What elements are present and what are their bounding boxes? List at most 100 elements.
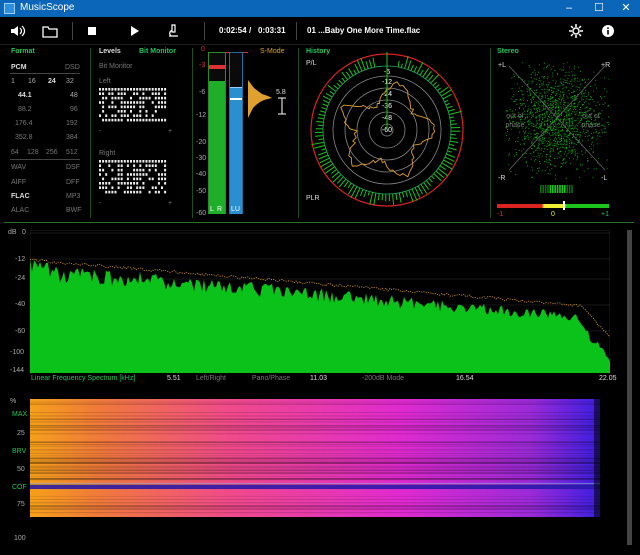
stereo-dot [541,155,543,157]
bit-cell [120,118,123,122]
bit-monitor-tab[interactable]: Bit Monitor [139,48,176,55]
stereo-dot [549,169,551,171]
bit-cell [130,96,132,100]
history-peak-spike [398,192,402,203]
stereo-dot [517,90,519,92]
stereo-dot [578,134,580,136]
stop-icon[interactable] [82,21,102,41]
stereo-dot [569,128,571,130]
stereo-dot [571,104,573,106]
stereo-dot [560,142,562,144]
stereo-dot [548,159,550,161]
history-peak-spike [407,60,412,70]
mode-200db[interactable]: -200dB Mode [362,375,404,382]
scrollbar[interactable] [627,230,632,545]
bit-cell [120,173,123,176]
stereo-dot [562,84,564,86]
close-button[interactable]: ✕ [611,0,640,17]
stereo-dot [552,119,554,121]
stereo-dot [550,101,552,103]
stereo-dot [579,176,581,178]
stereo-dot [585,112,587,114]
stereo-dot [544,112,546,114]
bit-cell [154,164,157,167]
stereo-dot [567,119,569,121]
stereo-dot [556,72,558,74]
stereo-dot [576,93,578,95]
balance-marker [563,201,566,210]
stereo-dot [521,94,523,96]
s-mode-label[interactable]: S-Mode [260,48,285,55]
stereo-dot [546,129,548,131]
stereo-dot [570,97,572,99]
stereo-dot [580,164,582,166]
history-peak-spike [372,57,376,68]
history-peak-spike [448,147,457,151]
stereo-dot [505,132,506,134]
stereo-dot [553,113,555,115]
settings-gear-icon[interactable] [566,21,586,41]
stereo-dot [563,79,565,81]
stereo-dot [545,67,547,69]
bit-cell [145,114,148,117]
open-folder-icon[interactable] [40,21,60,41]
stereo-dot [520,118,522,120]
stereo-dot [584,92,586,94]
stereo-dot [507,110,509,112]
stereo-dot [539,84,541,86]
db-tick-100: -100 [10,349,25,356]
stereo-dot [571,103,573,105]
mode-left-right[interactable]: Left/Right [196,375,226,382]
stereo-dot [560,163,562,165]
stereo-dot [508,138,510,140]
microscope-icon[interactable] [163,21,183,41]
history-peak-spike [331,169,337,174]
history-peak-spike [450,123,457,125]
stereo-dot [551,142,553,144]
stereo-dot [544,125,546,127]
stereo-dot [558,147,560,149]
mode-pano-phase[interactable]: Pano/Phase [252,375,290,382]
stereo-dot [569,146,571,148]
minimize-button[interactable]: – [554,0,584,17]
stereo-dot [604,96,606,98]
info-icon[interactable] [598,21,618,41]
bit-cell [105,96,108,100]
spectrogram-streak [30,470,600,472]
dsd-label: DSD [65,64,80,71]
maximize-button[interactable]: ☐ [584,0,614,17]
stereo-dot [531,100,533,102]
stereo-dot [558,116,560,118]
play-icon[interactable] [124,21,144,41]
stereo-dot [537,100,539,102]
stereo-dot [593,168,595,170]
bit-cell [123,101,126,104]
stereo-dot [560,134,562,136]
spectrogram-streak [30,461,600,462]
history-peak-spike [315,135,324,137]
history-peak-spike [439,165,446,170]
stereo-dot [533,104,535,106]
bit-cell [117,118,120,122]
bit-cell [105,173,108,176]
stereo-dot [575,168,577,170]
stereo-dot [578,114,580,116]
stereo-dot [548,158,550,160]
stereo-dot [540,93,542,95]
bit-cell [148,96,151,100]
stereo-dot [560,143,562,145]
spectrogram-streak [30,478,600,480]
volume-icon[interactable] [8,21,28,41]
stereo-dot [513,74,515,76]
spectrum-area [30,259,610,373]
stereo-dot [568,139,570,141]
bit-depth-24: 24 [48,78,56,85]
stereo-dot [552,117,554,119]
stereo-dot [525,117,527,119]
stereo-dot [559,96,561,98]
bit-cell [151,177,154,181]
balance-min: -1 [497,211,504,218]
stereo-dot [574,74,576,76]
stereo-dot [564,79,566,81]
stereo-dot [565,81,567,83]
